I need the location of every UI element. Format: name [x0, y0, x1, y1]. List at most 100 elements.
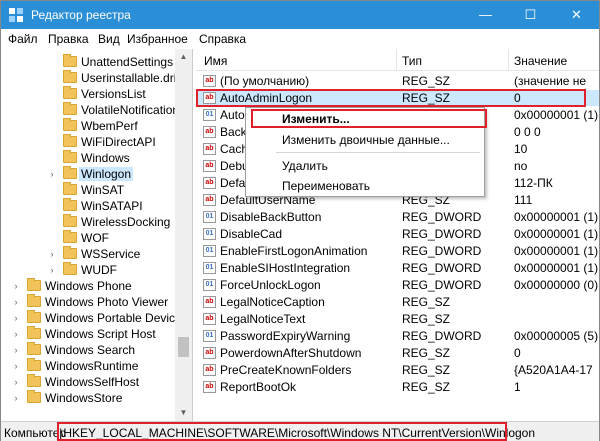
menu-item-modify-binary[interactable]: Изменить двоичные данные...: [282, 133, 450, 147]
value-type: REG_SZ: [402, 312, 451, 326]
folder-icon: [27, 278, 41, 291]
tree-node-label: WindowsRuntime: [45, 359, 139, 373]
menu-edit[interactable]: Правка: [48, 32, 89, 46]
value-data: 0x00000001 (1): [514, 261, 599, 275]
binary-value-icon: 01: [203, 330, 216, 342]
value-row[interactable]: 01 EnableSIHostIntegration REG_DWORD 0x0000…: [196, 260, 599, 276]
value-type: REG_DWORD: [402, 227, 482, 241]
tree-expander[interactable]: ›: [11, 358, 21, 374]
menu-view[interactable]: Вид: [98, 32, 120, 46]
tree-node-label: Windows Photo Viewer: [45, 295, 169, 309]
folder-icon: [63, 214, 77, 227]
tree-expander[interactable]: ›: [11, 326, 21, 342]
autoadminlogon-highlight-box: [196, 89, 586, 107]
value-row[interactable]: ab PowerdownAfterShutdown REG_SZ 0: [196, 345, 599, 361]
string-value-icon: ab: [203, 313, 216, 325]
tree-node-label: Windows Portable Devices: [45, 311, 188, 325]
tree-node-label: WinSAT: [81, 183, 125, 197]
value-row[interactable]: ab LegalNoticeText REG_SZ: [196, 311, 599, 327]
value-row[interactable]: 01 EnableFirstLogonAnimation REG_DWORD 0x00…: [196, 243, 599, 259]
folder-icon: [27, 294, 41, 307]
value-type: REG_SZ: [402, 74, 451, 88]
tree-node-label: WinSATAPI: [81, 199, 143, 213]
folder-icon: [63, 86, 77, 99]
value-row[interactable]: ab ReportBootOk REG_SZ 1: [196, 379, 599, 395]
close-button[interactable]: ✕: [554, 1, 599, 29]
tree-node-label: Windows: [81, 151, 130, 165]
value-row[interactable]: ab PreCreateKnownFolders REG_SZ {A520A1A4-1…: [196, 362, 599, 378]
tree-expander[interactable]: ›: [11, 294, 21, 310]
tree-expander[interactable]: ›: [47, 246, 57, 262]
value-row[interactable]: 01 ForceUnlockLogon REG_DWORD 0x00000000 (0…: [196, 277, 599, 293]
tree-expander[interactable]: ›: [11, 374, 21, 390]
list-header: Имя Тип Значение: [196, 49, 599, 71]
value-row[interactable]: ab LegalNoticeCaption REG_SZ: [196, 294, 599, 310]
tree-node-label: Winlogon: [79, 167, 134, 181]
value-type: REG_SZ: [402, 295, 451, 309]
value-row[interactable]: 01 DisableCad REG_DWORD 0x00000001 (1): [196, 226, 599, 242]
value-name: EnableSIHostIntegration: [220, 261, 351, 275]
value-type: REG_DWORD: [402, 278, 482, 292]
value-data: 0x00000001 (1): [514, 108, 599, 122]
value-data: 0x00000001 (1): [514, 244, 599, 258]
tree-node-label: Windows Search: [45, 343, 136, 357]
value-data: 0x00000000 (0): [514, 278, 599, 292]
folder-icon: [63, 150, 77, 163]
menu-favorites[interactable]: Избранное: [127, 32, 188, 46]
scroll-up-arrow-icon[interactable]: ▲: [175, 49, 192, 65]
menu-item-delete[interactable]: Удалить: [282, 159, 328, 173]
menu-item-rename[interactable]: Переименовать: [282, 179, 370, 193]
tree-node-label: Userinstallable.drive: [81, 71, 190, 85]
folder-icon: [63, 262, 77, 275]
key-tree-pane: UnattendSettings Userinstallable.drive V…: [1, 49, 193, 421]
minimize-button[interactable]: —: [463, 1, 508, 29]
menu-bar: Файл Правка Вид Избранное Справка: [1, 29, 599, 49]
value-type: REG_DWORD: [402, 210, 482, 224]
tree-expander[interactable]: ›: [47, 166, 57, 182]
value-data: 112-ПК: [514, 176, 553, 190]
tree-expander[interactable]: ›: [11, 342, 21, 358]
tree-expander[interactable]: ›: [47, 262, 57, 278]
value-name: ReportBootOk: [220, 380, 297, 394]
folder-icon: [63, 182, 77, 195]
menu-help[interactable]: Справка: [199, 32, 246, 46]
string-value-icon: ab: [203, 126, 216, 138]
scroll-down-arrow-icon[interactable]: ▼: [175, 405, 192, 421]
scroll-thumb[interactable]: [178, 337, 189, 357]
column-value-header[interactable]: Значение: [514, 54, 567, 68]
column-divider[interactable]: [396, 49, 397, 71]
tree-scrollbar[interactable]: ▲ ▼: [175, 49, 192, 421]
column-divider[interactable]: [508, 49, 509, 71]
registry-app-icon: [9, 8, 23, 22]
tree-expander[interactable]: ›: [11, 390, 21, 406]
folder-icon: [27, 342, 41, 355]
maximize-button[interactable]: ☐: [508, 1, 553, 29]
tree-expander[interactable]: ›: [11, 310, 21, 326]
value-data: 1: [514, 380, 521, 394]
binary-value-icon: 01: [203, 109, 216, 121]
value-type: REG_SZ: [402, 380, 451, 394]
binary-value-icon: 01: [203, 228, 216, 240]
value-name: DisableBackButton: [220, 210, 322, 224]
column-name-header[interactable]: Имя: [204, 54, 227, 68]
binary-value-icon: 01: [203, 245, 216, 257]
tree-node-label: WSService: [81, 247, 141, 261]
value-data: 0: [514, 346, 521, 360]
column-type-header[interactable]: Тип: [402, 54, 422, 68]
value-name: EnableFirstLogonAnimation: [220, 244, 368, 258]
menu-file[interactable]: Файл: [8, 32, 38, 46]
value-row[interactable]: 01 DisableBackButton REG_DWORD 0x00000001 (…: [196, 209, 599, 225]
value-row[interactable]: 01 PasswordExpiryWarning REG_DWORD 0x000000…: [196, 328, 599, 344]
value-name: LegalNoticeCaption: [220, 295, 325, 309]
tree-node-label: WirelessDocking: [81, 215, 171, 229]
folder-icon: [63, 166, 77, 179]
value-row[interactable]: ab (По умолчанию) REG_SZ (значение не: [196, 73, 599, 89]
value-data: 0x00000005 (5): [514, 329, 599, 343]
string-value-icon: ab: [203, 364, 216, 376]
tree-node-label: Windows Script Host: [45, 327, 156, 341]
value-name: (По умолчанию): [220, 74, 310, 88]
tree-expander[interactable]: ›: [11, 278, 21, 294]
value-data: {A520A1A4-17: [514, 363, 593, 377]
value-type: REG_DWORD: [402, 261, 482, 275]
value-data: (значение не: [514, 74, 587, 88]
